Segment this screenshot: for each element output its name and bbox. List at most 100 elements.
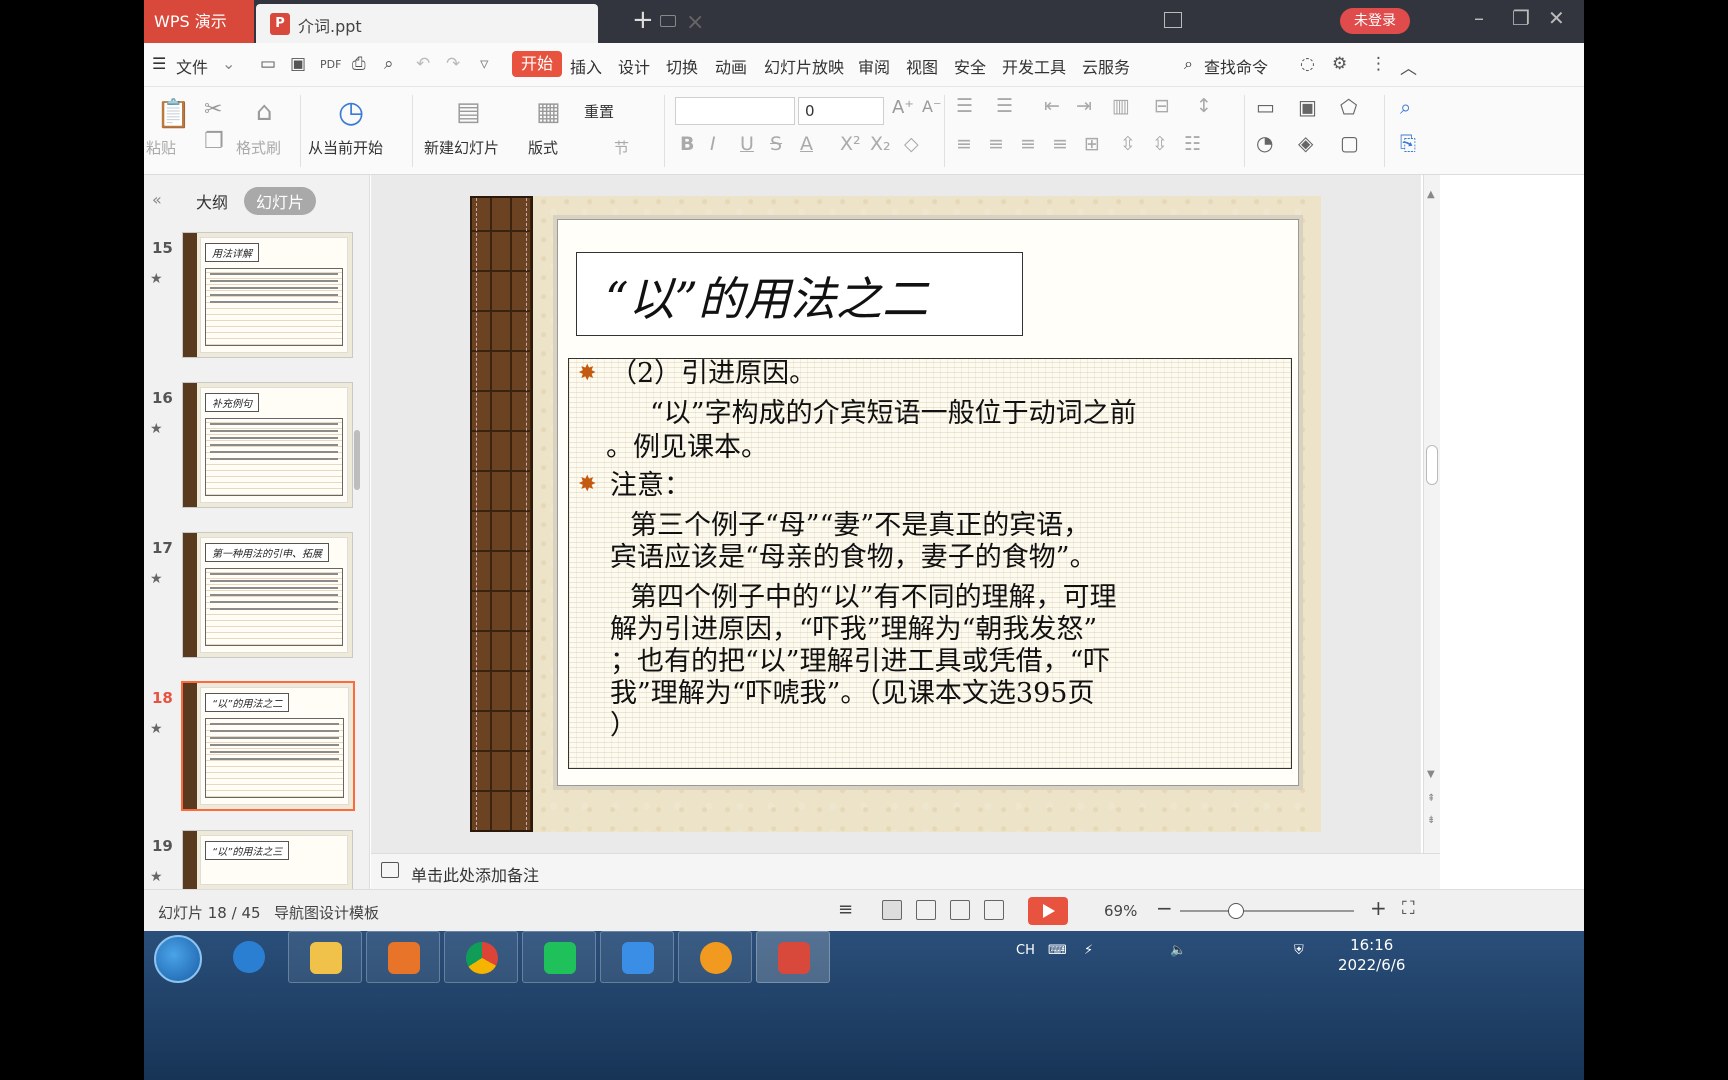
- align-left-icon[interactable]: ≡: [956, 133, 972, 155]
- wechat-task[interactable]: [522, 931, 596, 983]
- bold-icon[interactable]: B: [680, 133, 694, 155]
- print-icon[interactable]: ⎙: [352, 54, 366, 74]
- prev-slide-icon[interactable]: ⇞: [1427, 793, 1435, 804]
- next-slide-icon[interactable]: ⇟: [1427, 815, 1435, 826]
- line-spacing-icon[interactable]: ↕: [1196, 95, 1212, 117]
- slide-sorter-icon[interactable]: [916, 900, 936, 920]
- bullet-list-icon[interactable]: ☰: [956, 95, 973, 117]
- collapse-ribbon-icon[interactable]: ︿: [1400, 54, 1417, 79]
- tab-security[interactable]: 安全: [954, 54, 986, 78]
- tab-outline[interactable]: 大纲: [196, 189, 228, 213]
- keyboard-icon[interactable]: ⌨: [1048, 943, 1067, 958]
- zoom-slider[interactable]: [1180, 910, 1354, 912]
- scroll-down-icon[interactable]: ▼: [1427, 769, 1435, 780]
- distribute-icon[interactable]: ⊞: [1084, 133, 1100, 155]
- canvas-scrollbar[interactable]: ▲ ▼ ⇞ ⇟: [1423, 175, 1440, 853]
- increase-indent-icon[interactable]: ⇥: [1076, 95, 1092, 117]
- layout-button[interactable]: 版式: [528, 137, 558, 158]
- power-icon[interactable]: ⚡: [1084, 943, 1093, 958]
- new-tab-button[interactable]: +: [632, 5, 654, 35]
- grow-font-icon[interactable]: A⁺: [892, 97, 914, 118]
- close-window-icon[interactable]: ✕: [1548, 6, 1565, 30]
- feedback-icon[interactable]: ◌: [1300, 54, 1315, 74]
- slide-thumbnail-17[interactable]: 第一种用法的引申、拓展: [182, 532, 353, 658]
- collapse-panel-icon[interactable]: «: [152, 190, 162, 209]
- minimize-icon[interactable]: –: [1474, 6, 1484, 30]
- scroll-thumb[interactable]: [1426, 445, 1438, 485]
- tab-animation[interactable]: 动画: [715, 54, 747, 78]
- file-menu[interactable]: 文件: [176, 54, 208, 78]
- para-spacing-2-icon[interactable]: ⇳: [1152, 133, 1168, 155]
- textbox-icon[interactable]: ▭: [1256, 95, 1275, 119]
- tab-view[interactable]: 视图: [906, 54, 938, 78]
- close-tab-icon[interactable]: ×: [686, 10, 704, 35]
- customize-icon[interactable]: ▿: [480, 54, 489, 74]
- superscript-icon[interactable]: X²: [840, 133, 861, 155]
- start-button[interactable]: [154, 935, 202, 983]
- undo-icon[interactable]: ↶: [416, 54, 430, 74]
- font-color-icon[interactable]: A: [800, 133, 813, 155]
- normal-view-icon[interactable]: [882, 900, 902, 920]
- slide-title-box[interactable]: “以”的用法之二: [576, 252, 1023, 336]
- format-painter-button[interactable]: 格式刷: [236, 137, 281, 158]
- numbered-list-icon[interactable]: ☰: [996, 95, 1013, 117]
- find-icon[interactable]: ⌕: [1400, 95, 1411, 119]
- volume-icon[interactable]: 🔈: [1170, 943, 1186, 958]
- slide-thumbnail-15[interactable]: 用法详解: [182, 232, 353, 358]
- align-center-icon[interactable]: ≡: [988, 133, 1004, 155]
- monitor-icon[interactable]: [660, 15, 676, 27]
- decrease-indent-icon[interactable]: ⇤: [1044, 95, 1060, 117]
- search-icon[interactable]: ⌕: [1184, 54, 1193, 74]
- arrange-icon[interactable]: ◈: [1298, 131, 1313, 155]
- tab-developer[interactable]: 开发工具: [1002, 54, 1066, 78]
- play-circle-icon[interactable]: ◷: [338, 95, 364, 130]
- format-painter-icon[interactable]: ⌂: [256, 97, 273, 127]
- gear-icon[interactable]: ⚙: [1332, 54, 1347, 74]
- columns-icon[interactable]: ▥: [1112, 95, 1130, 117]
- tab-slideshow[interactable]: 幻灯片放映: [764, 54, 844, 78]
- underline-icon[interactable]: U: [740, 133, 754, 155]
- play-slideshow-button[interactable]: [1028, 897, 1068, 925]
- replace-icon[interactable]: ⎘: [1400, 131, 1416, 155]
- align-right-icon[interactable]: ≡: [1020, 133, 1036, 155]
- font-name-select[interactable]: [675, 97, 795, 125]
- presenter-icon[interactable]: [984, 900, 1004, 920]
- tab-slides[interactable]: 幻灯片: [244, 187, 317, 215]
- template-name[interactable]: 导航图设计模板: [274, 902, 379, 923]
- slide-thumbnail-19[interactable]: “以”的用法之三: [182, 830, 353, 890]
- chevron-down-icon[interactable]: ⌄: [222, 54, 235, 73]
- copy-icon[interactable]: ❐: [204, 129, 224, 154]
- reading-view-icon[interactable]: [950, 900, 970, 920]
- slide-thumbnail-18[interactable]: “以”的用法之二: [181, 681, 355, 811]
- notes-placeholder[interactable]: 单击此处添加备注: [411, 862, 539, 886]
- restore-icon[interactable]: ❐: [1512, 6, 1530, 30]
- slide-thumbnail-16[interactable]: 补充例句: [182, 382, 353, 508]
- new-slide-icon[interactable]: ▤: [456, 97, 481, 127]
- tab-insert[interactable]: 插入: [570, 54, 602, 78]
- language-indicator[interactable]: CH: [1016, 943, 1035, 958]
- security-shield-icon[interactable]: ⛨: [1294, 943, 1304, 958]
- notes-toggle-icon[interactable]: ≡: [838, 899, 853, 920]
- notes-bar[interactable]: 单击此处添加备注: [371, 853, 1440, 889]
- zoom-out-icon[interactable]: −: [1156, 896, 1173, 920]
- pdf-icon[interactable]: PDF: [320, 58, 341, 71]
- explorer-task[interactable]: [288, 931, 362, 983]
- cut-icon[interactable]: ✂: [204, 97, 222, 122]
- italic-icon[interactable]: I: [710, 133, 716, 155]
- new-slide-button[interactable]: 新建幻灯片: [424, 137, 499, 158]
- login-button[interactable]: 未登录: [1340, 8, 1410, 34]
- hamburger-icon[interactable]: ☰: [152, 54, 166, 73]
- section-button[interactable]: 节: [614, 137, 629, 158]
- more-icon[interactable]: ⋮: [1370, 54, 1387, 74]
- tab-transition[interactable]: 切换: [666, 54, 698, 78]
- zoom-in-icon[interactable]: +: [1370, 896, 1387, 920]
- tab-home[interactable]: 开始: [512, 51, 563, 77]
- save-icon[interactable]: ▣: [290, 54, 306, 74]
- media-task[interactable]: [678, 931, 752, 983]
- shrink-font-icon[interactable]: A⁻: [922, 97, 941, 116]
- app-logo[interactable]: WPS 演示: [144, 0, 254, 43]
- para-settings-icon[interactable]: ☷: [1184, 133, 1201, 155]
- subscript-icon[interactable]: X₂: [870, 133, 891, 155]
- open-icon[interactable]: ▭: [260, 54, 276, 74]
- scroll-up-icon[interactable]: ▲: [1427, 189, 1435, 200]
